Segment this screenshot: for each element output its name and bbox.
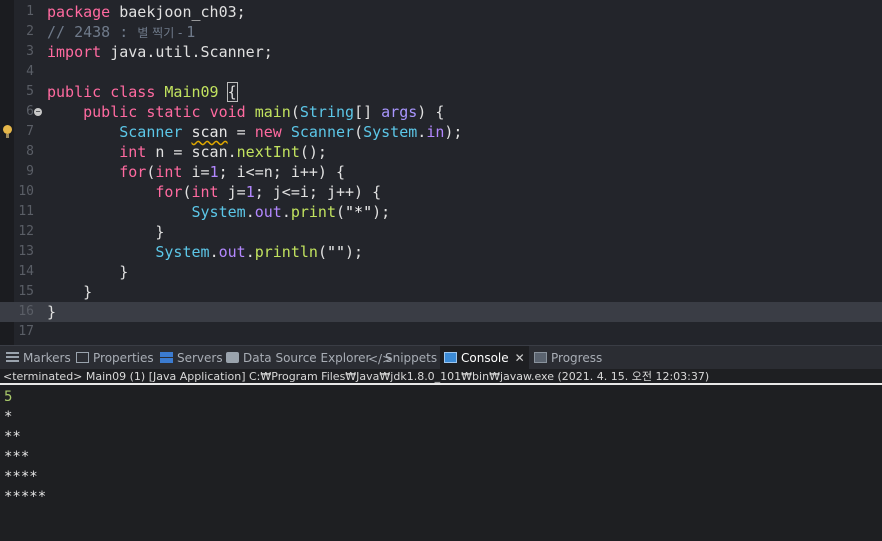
- code-text: public static void main(String[] args) {: [83, 103, 445, 121]
- code-line-7[interactable]: 7 Scanner scan = new Scanner(System.in);: [0, 122, 882, 142]
- code-editor[interactable]: 1 package baekjoon_ch03; 2 // 2438 : 별 찍…: [0, 0, 882, 345]
- line-number: 15: [18, 284, 34, 299]
- code-text: package baekjoon_ch03;: [47, 3, 246, 21]
- console-output-line: ****: [4, 469, 38, 485]
- line-number: 9: [26, 164, 34, 179]
- code-line-12[interactable]: 12 }: [0, 222, 882, 242]
- console-output-line: ***: [4, 449, 30, 465]
- close-icon[interactable]: ✕: [515, 351, 525, 365]
- code-text: import java.util.Scanner;: [47, 43, 273, 61]
- line-number: 14: [18, 264, 34, 279]
- tab-properties[interactable]: Properties: [72, 346, 154, 370]
- code-line-14[interactable]: 14 }: [0, 262, 882, 282]
- code-text: }: [47, 303, 57, 321]
- line-number: 2: [26, 24, 34, 39]
- data-source-icon: [226, 352, 239, 363]
- code-comment: // 2438 : 별 찍기 - 1: [47, 23, 196, 41]
- line-number: 1: [26, 4, 34, 19]
- console-status-line: <terminated> Main09 (1) [Java Applicatio…: [0, 369, 882, 385]
- code-text: for(int i=1; i<=n; i++) {: [119, 163, 346, 181]
- code-text: System.out.print("*");: [191, 203, 391, 221]
- tab-data-source-explorer[interactable]: Data Source Explorer: [222, 346, 370, 370]
- line-number: 4: [26, 64, 34, 79]
- code-text: int n = scan.nextInt();: [119, 143, 327, 161]
- line-number: 16: [18, 304, 34, 319]
- code-line-4[interactable]: 4: [0, 62, 882, 82]
- console-icon: [444, 352, 457, 363]
- markers-icon: [6, 352, 19, 363]
- code-line-6[interactable]: 6 − public static void main(String[] arg…: [0, 102, 882, 122]
- code-line-17[interactable]: 17: [0, 322, 882, 342]
- line-number: 10: [18, 184, 34, 199]
- console-input-line: 5: [4, 389, 13, 405]
- console-output-line: **: [4, 429, 21, 445]
- code-text: }: [83, 283, 93, 301]
- code-text: public class Main09 {: [47, 82, 238, 102]
- code-line-8[interactable]: 8 int n = scan.nextInt();: [0, 142, 882, 162]
- line-number: 12: [18, 224, 34, 239]
- fold-collapse-icon[interactable]: −: [34, 108, 42, 116]
- code-text: }: [119, 263, 129, 281]
- progress-icon: [534, 352, 547, 363]
- code-text: }: [155, 223, 165, 241]
- matched-brace: {: [226, 82, 238, 102]
- code-line-10[interactable]: 10 for(int j=1; j<=i; j++) {: [0, 182, 882, 202]
- code-text: System.out.println("");: [155, 243, 364, 261]
- tab-console[interactable]: Console ✕: [440, 346, 529, 370]
- line-number: 13: [18, 244, 34, 259]
- tab-progress[interactable]: Progress: [530, 346, 602, 370]
- line-number: 5: [26, 84, 34, 99]
- line-number: 11: [18, 204, 34, 219]
- code-line-5[interactable]: 5 public class Main09 {: [0, 82, 882, 102]
- console-output[interactable]: 5 * ** *** **** *****: [0, 387, 882, 541]
- code-line-2[interactable]: 2 // 2438 : 별 찍기 - 1: [0, 22, 882, 42]
- code-line-16-current[interactable]: 16 }: [0, 302, 882, 322]
- tab-servers[interactable]: Servers: [156, 346, 223, 370]
- bottom-panel-tabs: Markers Properties Servers Data Source E…: [0, 345, 882, 370]
- code-line-13[interactable]: 13 System.out.println("");: [0, 242, 882, 262]
- code-line-3[interactable]: 3 import java.util.Scanner;: [0, 42, 882, 62]
- tab-markers[interactable]: Markers: [2, 346, 71, 370]
- line-number: 7: [26, 124, 34, 139]
- code-text: for(int j=1; j<=i; j++) {: [155, 183, 382, 201]
- unused-variable-warning: scan: [191, 123, 228, 141]
- line-number: 6: [26, 104, 34, 119]
- line-number: 8: [26, 144, 34, 159]
- code-line-1[interactable]: 1 package baekjoon_ch03;: [0, 2, 882, 22]
- code-text: Scanner scan = new Scanner(System.in);: [119, 123, 463, 141]
- code-line-9[interactable]: 9 for(int i=1; i<=n; i++) {: [0, 162, 882, 182]
- snippets-icon: </>: [368, 352, 393, 366]
- line-number: 17: [18, 324, 34, 339]
- code-line-15[interactable]: 15 }: [0, 282, 882, 302]
- properties-icon: [76, 352, 89, 363]
- line-number: 3: [26, 44, 34, 59]
- warning-lightbulb-icon[interactable]: [3, 125, 12, 138]
- console-output-line: *****: [4, 489, 47, 505]
- console-output-line: *: [4, 409, 13, 425]
- code-line-11[interactable]: 11 System.out.print("*");: [0, 202, 882, 222]
- tab-snippets[interactable]: </>Snippets: [364, 346, 437, 370]
- servers-icon: [160, 352, 173, 363]
